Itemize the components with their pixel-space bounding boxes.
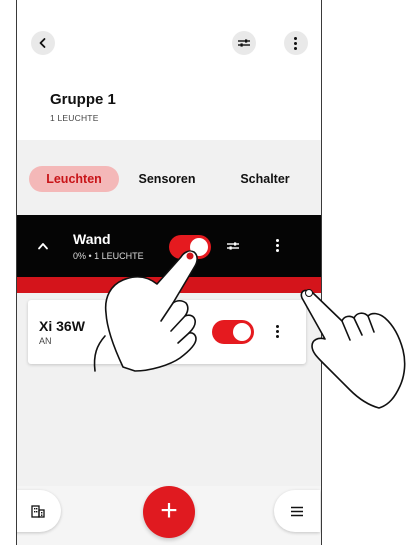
drag-hand-icon <box>300 289 406 409</box>
tap-hand-icon <box>93 250 198 372</box>
touch-point-icon <box>185 251 195 261</box>
touch-point-icon <box>305 289 313 297</box>
gesture-illustrations <box>93 250 406 409</box>
